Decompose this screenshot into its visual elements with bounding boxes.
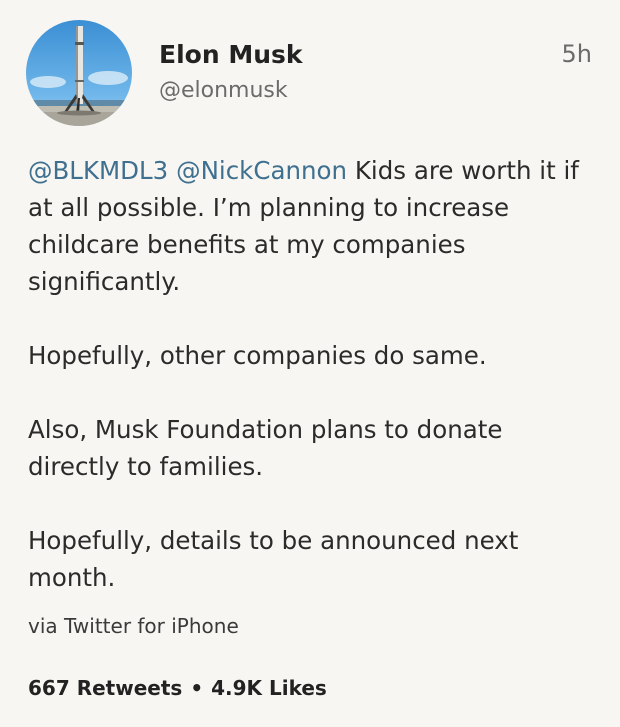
profile-avatar[interactable] — [26, 20, 132, 126]
tweet-timestamp[interactable]: 5h — [562, 40, 592, 68]
tweet-stats: 667 Retweets • 4.9K Likes — [28, 676, 327, 700]
stats-separator: • — [190, 676, 204, 700]
tweet-paragraph-2: Hopefully, other companies do same. — [28, 341, 487, 370]
tweet-body: @BLKMDL3 @NickCannon Kids are worth it i… — [28, 152, 588, 596]
user-handle[interactable]: @elonmusk — [159, 78, 288, 103]
retweets-count[interactable]: 667 Retweets — [28, 676, 182, 700]
mention-link-blkmdl3[interactable]: @BLKMDL3 — [28, 156, 168, 185]
mention-link-nickcannon[interactable]: @NickCannon — [176, 156, 347, 185]
tweet-card: Elon Musk @elonmusk 5h @BLKMDL3 @NickCan… — [0, 0, 620, 727]
tweet-source[interactable]: via Twitter for iPhone — [28, 614, 239, 638]
display-name[interactable]: Elon Musk — [159, 40, 303, 69]
tweet-paragraph-1: @BLKMDL3 @NickCannon Kids are worth it i… — [28, 152, 588, 300]
tweet-paragraph-3: Also, Musk Foundation plans to donate di… — [28, 415, 503, 481]
rocket-launchpad-avatar-icon — [26, 20, 132, 126]
tweet-paragraph-4: Hopefully, details to be announced next … — [28, 526, 519, 592]
likes-count[interactable]: 4.9K Likes — [211, 676, 327, 700]
